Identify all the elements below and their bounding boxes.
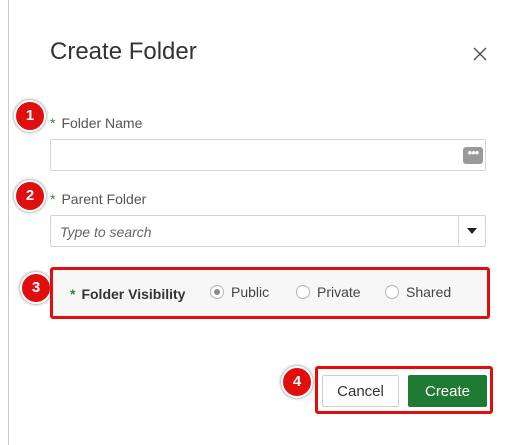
radio-public-button[interactable] [210, 285, 224, 299]
folder-name-label: * Folder Name [50, 115, 142, 131]
parent-folder-select[interactable]: Type to search [50, 215, 486, 247]
cancel-button[interactable]: Cancel [322, 375, 399, 407]
parent-folder-label: * Parent Folder [50, 191, 146, 207]
radio-public-label: Public [231, 284, 270, 300]
close-icon [473, 47, 487, 61]
callout-badge-1: 1 [14, 100, 46, 132]
radio-private-button[interactable] [296, 285, 310, 299]
folder-name-label-text: Folder Name [61, 115, 143, 131]
caret-down-icon [467, 228, 477, 234]
create-button[interactable]: Create [408, 375, 487, 407]
radio-private[interactable]: Private [296, 284, 361, 300]
dialog-left-edge [0, 0, 9, 445]
radio-private-label: Private [317, 284, 361, 300]
close-button[interactable] [467, 41, 493, 67]
callout-badge-2: 2 [14, 180, 46, 212]
radio-shared[interactable]: Shared [385, 284, 451, 300]
dialog-title: Create Folder [50, 38, 197, 65]
callout-badge-3: 3 [20, 272, 52, 304]
radio-shared-label: Shared [406, 284, 452, 300]
required-asterisk: * [50, 115, 56, 131]
folder-visibility-group: * Folder Visibility Public Private Shared [50, 267, 490, 319]
radio-public[interactable]: Public [210, 284, 269, 300]
folder-name-input[interactable]: ••• [50, 139, 486, 171]
folder-visibility-label-text: Folder Visibility [81, 286, 186, 302]
required-asterisk: * [50, 191, 56, 207]
more-dots-icon[interactable]: ••• [463, 146, 483, 164]
parent-folder-placeholder: Type to search [60, 224, 152, 240]
required-asterisk: * [70, 286, 76, 302]
dropdown-toggle[interactable] [458, 216, 485, 246]
parent-folder-label-text: Parent Folder [61, 191, 147, 207]
radio-shared-button[interactable] [385, 285, 399, 299]
folder-visibility-label: * Folder Visibility [70, 286, 185, 302]
callout-badge-4: 4 [281, 366, 313, 398]
dialog-actions: Cancel Create [315, 366, 493, 414]
